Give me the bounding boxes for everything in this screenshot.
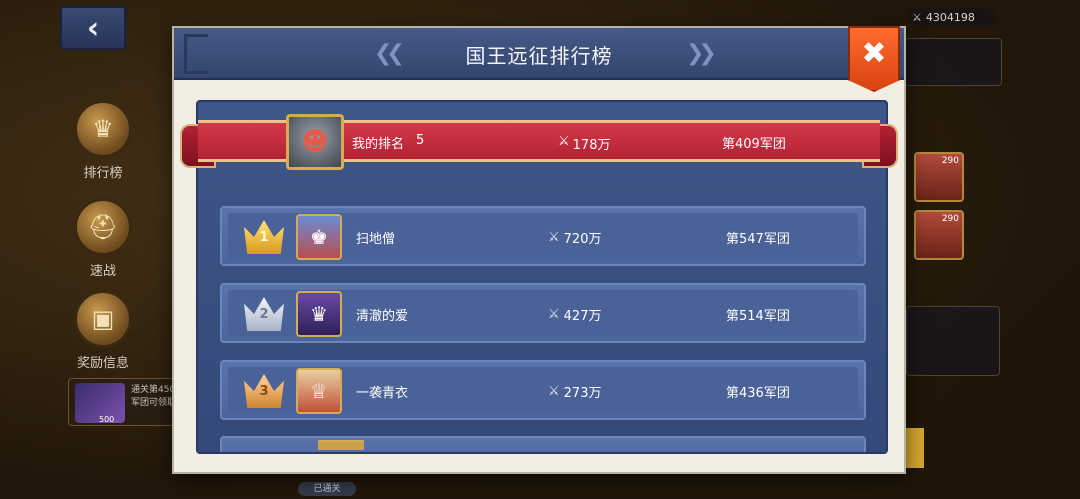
- reward-card[interactable]: 通关第450 军团可领取 500: [68, 378, 180, 426]
- avatar[interactable]: ♛: [296, 291, 342, 337]
- right-info-panel: [904, 38, 1002, 86]
- swords-icon: ⚔: [548, 307, 560, 322]
- side-menu-quick-battle[interactable]: ⛑ 速战: [68, 198, 138, 279]
- helmet-icon: ⛑: [74, 198, 132, 256]
- ranking-row-4-partial[interactable]: [220, 436, 866, 452]
- rank-number: 3: [259, 383, 269, 399]
- hero-card[interactable]: 290: [914, 152, 964, 202]
- player-legion: 第514军团: [726, 309, 790, 324]
- modal-header: ❮❮ 国王远征排行榜 ❯❯: [174, 28, 904, 80]
- double-chevron-right-icon[interactable]: ❯❯: [686, 41, 717, 66]
- swords-icon: ⚔: [548, 230, 560, 245]
- side-menu-quick-battle-label: 速战: [89, 264, 116, 279]
- avatar[interactable]: ♕: [296, 368, 342, 414]
- back-button[interactable]: ‹: [60, 6, 126, 50]
- hero-level: 290: [941, 214, 959, 224]
- player-name: 清澈的爱: [356, 309, 409, 324]
- side-menu-rewards[interactable]: ▣ 奖励信息: [68, 290, 138, 371]
- hero-card[interactable]: 290: [914, 210, 964, 260]
- player-power: ⚔ 720万: [548, 228, 601, 247]
- player-power: ⚔ 273万: [548, 382, 601, 401]
- cleared-badge: 已通关: [298, 482, 356, 496]
- chevron-left-icon: ‹: [86, 10, 100, 46]
- reward-card-count: 500: [99, 415, 115, 424]
- ranking-row-1[interactable]: 1 ♚ 扫地僧 ⚔ 720万 第547军团: [220, 206, 866, 266]
- my-rank-banner: ☻ 我的排名 5 ⚔ 178万 第409军团: [180, 114, 898, 170]
- avatar[interactable]: ♚: [296, 214, 342, 260]
- total-power-display: ⚔ 4304198: [908, 8, 996, 26]
- right-info-panel-lower: [906, 306, 1000, 376]
- my-rank-power: ⚔ 178万: [558, 134, 610, 153]
- my-avatar[interactable]: ☻: [286, 114, 344, 170]
- rank-number: 2: [259, 306, 269, 322]
- power-value: 720万: [563, 232, 602, 247]
- player-name: 扫地僧: [356, 232, 396, 247]
- side-menu-rewards-label: 奖励信息: [76, 356, 129, 371]
- swords-icon: ⚔: [558, 134, 570, 149]
- hero-level: 290: [941, 156, 959, 166]
- player-legion: 第547军团: [726, 232, 790, 247]
- my-power-value: 178万: [572, 138, 611, 153]
- side-menu-ranking[interactable]: ♛ 排行榜: [68, 100, 138, 181]
- player-name: 一袭青衣: [356, 386, 409, 401]
- power-value: 273万: [563, 386, 602, 401]
- swords-icon: ⚔: [912, 10, 922, 24]
- chest-icon: ▣: [74, 290, 132, 348]
- modal-title: 国王远征排行榜: [465, 44, 613, 68]
- side-menu-ranking-label: 排行榜: [83, 166, 123, 181]
- avatar: [318, 440, 364, 450]
- total-power-value: 4304198: [925, 10, 975, 24]
- player-power: ⚔ 427万: [548, 305, 601, 324]
- close-button[interactable]: ✖: [848, 26, 900, 92]
- crown-silver-icon: 2: [244, 297, 284, 331]
- my-rank-label: 我的排名: [352, 137, 405, 152]
- power-value: 427万: [563, 309, 602, 324]
- close-icon: ✖: [861, 36, 887, 71]
- trophy-icon: ♛: [74, 100, 132, 158]
- ranking-row-2[interactable]: 2 ♛ 清澈的爱 ⚔ 427万 第514军团: [220, 283, 866, 343]
- crown-bronze-icon: 3: [244, 374, 284, 408]
- swords-icon: ⚔: [548, 384, 560, 399]
- my-rank-number: 5: [416, 133, 425, 148]
- my-rank-legion: 第409军团: [722, 137, 786, 152]
- ranking-row-3[interactable]: 3 ♕ 一袭青衣 ⚔ 273万 第436军团: [220, 360, 866, 420]
- ranking-modal: ❮❮ 国王远征排行榜 ❯❯ 1 ♚ 扫地僧 ⚔ 720万 第547军团 2 ♛: [172, 26, 906, 474]
- player-legion: 第436军团: [726, 386, 790, 401]
- rank-number: 1: [259, 229, 269, 245]
- crown-gold-icon: 1: [244, 220, 284, 254]
